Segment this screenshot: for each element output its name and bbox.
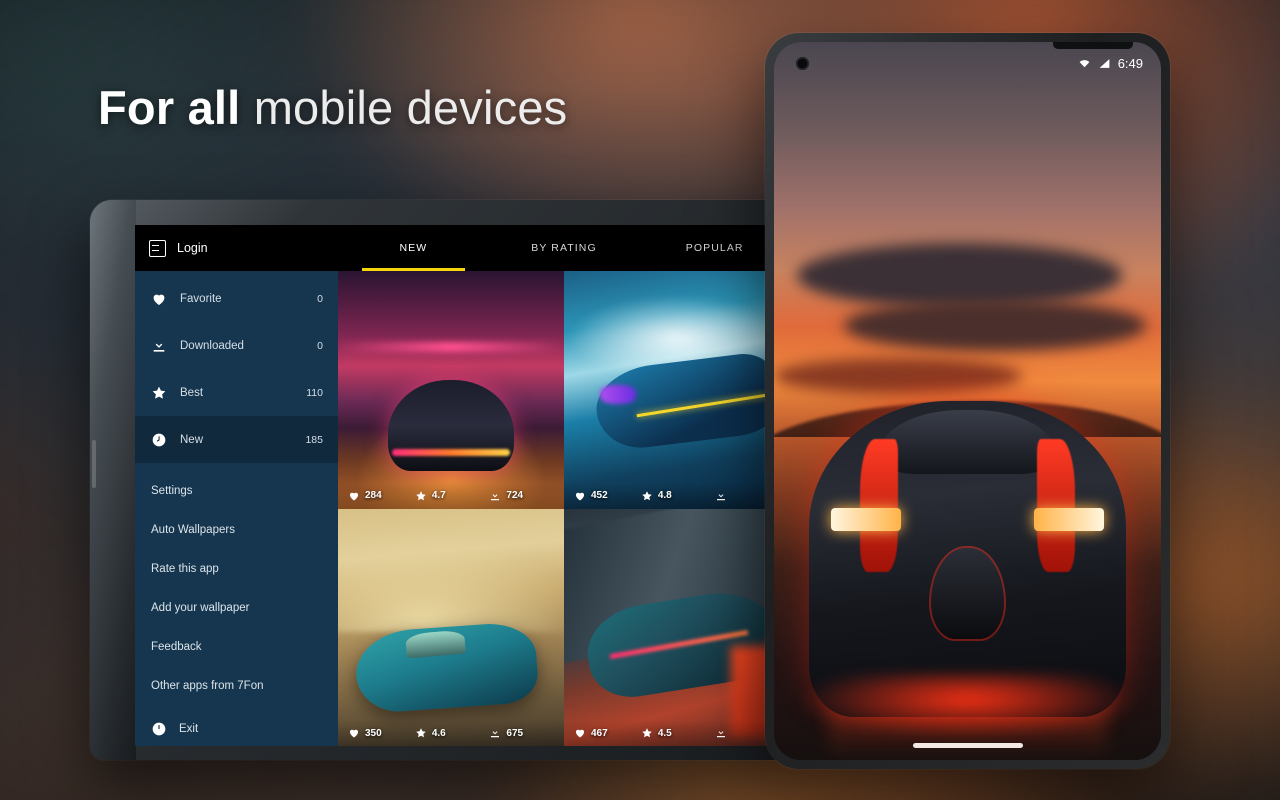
download-icon — [491, 728, 500, 738]
drawer-categories: Favorite 0 Downloaded 0 Best 110 New 185 — [135, 271, 338, 463]
drawer-item-label: New — [180, 433, 204, 446]
wallpaper-stats: 452 4.8 — [564, 482, 790, 509]
rating-value: 4.6 — [431, 727, 446, 739]
drawer-item-label: Best — [180, 386, 204, 399]
rating-stat[interactable]: 4.6 — [415, 727, 490, 739]
wallpaper-thumbnail — [564, 271, 790, 509]
drawer-item-count: 0 — [317, 339, 323, 352]
star-icon — [151, 385, 167, 401]
wallpaper-stats: 467 4.5 — [564, 720, 790, 746]
wallpaper-tile-1[interactable]: 284 4.7 724 — [338, 271, 564, 509]
heart-icon — [349, 729, 359, 738]
tablet-screen: Login NEW BY RATING POPULAR Favorite 0 D… — [135, 225, 790, 746]
tablet-left-bezel — [90, 200, 136, 760]
tab-new[interactable]: NEW — [338, 225, 489, 271]
wifi-icon — [1079, 59, 1090, 67]
phone-device-frame: 6:49 — [765, 33, 1170, 769]
drawer-menu: Settings Auto Wallpapers Rate this app A… — [135, 465, 338, 746]
likes-count: 284 — [365, 490, 382, 501]
star-icon — [416, 728, 426, 738]
drawer-item-count: 0 — [317, 292, 323, 305]
rating-value: 4.8 — [657, 490, 672, 501]
wallpaper-thumbnail — [564, 508, 790, 746]
drawer-menu-auto-wallpapers[interactable]: Auto Wallpapers — [135, 510, 338, 549]
downloads-stat[interactable]: 675 — [489, 727, 564, 739]
heart-icon — [349, 492, 359, 500]
wallpaper-thumbnail — [338, 508, 564, 746]
rating-value: 4.5 — [657, 727, 672, 739]
drawer-menu-other-apps[interactable]: Other apps from 7Fon — [135, 666, 338, 705]
star-icon — [416, 490, 426, 500]
likes-stat[interactable]: 467 — [564, 727, 641, 739]
wallpaper-hypercar — [808, 401, 1127, 717]
rating-stat[interactable]: 4.7 — [415, 490, 490, 502]
login-button[interactable]: Login — [135, 239, 338, 257]
likes-count: 350 — [365, 727, 382, 739]
heart-icon — [151, 291, 167, 307]
drawer-item-label: Downloaded — [180, 339, 244, 352]
wallpaper-tile-2[interactable]: 452 4.8 — [564, 271, 790, 509]
app-body: Favorite 0 Downloaded 0 Best 110 New 185… — [135, 271, 790, 746]
downloads-stat[interactable]: 724 — [489, 490, 564, 502]
drawer-item-count: 185 — [305, 433, 323, 446]
wallpaper-stats: 350 4.6 675 — [338, 720, 564, 746]
drawer-menu-add-your-wallpaper[interactable]: Add your wallpaper — [135, 588, 338, 627]
power-icon — [151, 721, 167, 737]
wallpaper-cloud — [843, 300, 1146, 351]
status-time: 6:49 — [1117, 55, 1143, 71]
wallpaper-tile-3[interactable]: 350 4.6 675 — [338, 508, 564, 746]
headline: For all mobile devices — [98, 78, 567, 138]
downloads-count: 675 — [506, 727, 524, 739]
rating-value: 4.7 — [431, 490, 446, 501]
likes-count: 452 — [591, 490, 608, 501]
star-icon — [642, 490, 652, 500]
wallpaper-cloud — [774, 357, 1022, 394]
download-icon — [491, 491, 500, 500]
phone-top-tab — [1053, 42, 1133, 49]
download-icon — [151, 338, 167, 354]
rating-stat[interactable]: 4.8 — [641, 490, 716, 502]
wallpaper-cloud — [797, 243, 1123, 308]
login-icon — [149, 239, 166, 257]
heart-icon — [575, 492, 585, 500]
headline-light: mobile devices — [240, 81, 568, 134]
drawer-menu-feedback[interactable]: Feedback — [135, 627, 338, 666]
tab-by-rating[interactable]: BY RATING — [489, 225, 640, 271]
drawer-item-new[interactable]: New 185 — [135, 416, 338, 463]
download-icon — [717, 491, 726, 500]
home-indicator[interactable] — [912, 743, 1023, 748]
wallpaper-underglow — [797, 673, 1138, 739]
drawer-item-downloaded[interactable]: Downloaded 0 — [135, 322, 338, 369]
wallpaper-tile-4[interactable]: 467 4.5 — [564, 508, 790, 746]
app-top-bar: Login NEW BY RATING POPULAR — [135, 225, 790, 271]
rating-stat[interactable]: 4.5 — [641, 727, 716, 739]
drawer-item-count: 110 — [306, 386, 323, 399]
wallpaper-thumbnail — [338, 271, 564, 509]
likes-count: 467 — [591, 727, 608, 739]
likes-stat[interactable]: 350 — [338, 727, 415, 739]
phone-screen: 6:49 — [774, 42, 1161, 760]
drawer-menu-settings[interactable]: Settings — [135, 471, 338, 510]
likes-stat[interactable]: 452 — [564, 490, 641, 502]
drawer-item-label: Favorite — [180, 292, 222, 305]
likes-stat[interactable]: 284 — [338, 490, 415, 502]
downloads-count: 724 — [506, 490, 524, 501]
front-camera-punch-hole — [796, 57, 809, 70]
navigation-drawer: Favorite 0 Downloaded 0 Best 110 New 185… — [135, 271, 338, 746]
star-icon — [642, 728, 652, 738]
drawer-menu-rate-this-app[interactable]: Rate this app — [135, 549, 338, 588]
headline-bold: For all — [98, 81, 241, 134]
drawer-menu-exit[interactable]: Exit — [135, 709, 338, 746]
signal-icon — [1099, 58, 1110, 68]
heart-icon — [575, 729, 585, 738]
drawer-item-best[interactable]: Best 110 — [135, 369, 338, 416]
tab-bar: NEW BY RATING POPULAR — [338, 225, 790, 271]
drawer-item-favorite[interactable]: Favorite 0 — [135, 275, 338, 322]
wallpaper-stats: 284 4.7 724 — [338, 482, 564, 509]
login-label: Login — [177, 241, 208, 255]
drawer-menu-exit-label: Exit — [179, 722, 199, 735]
clock-icon — [151, 432, 167, 448]
download-icon — [717, 728, 726, 738]
wallpaper-grid: 284 4.7 724 452 4.8 350 4.6 675 467 4.5 — [338, 271, 790, 746]
